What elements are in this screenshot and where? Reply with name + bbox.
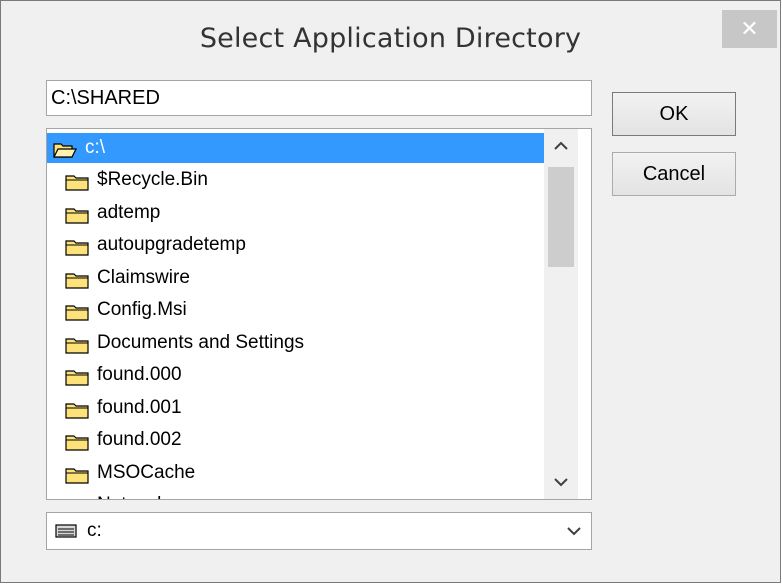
scroll-down-button[interactable] <box>544 465 578 499</box>
folder-icon <box>65 370 89 386</box>
folder-icon <box>65 402 89 419</box>
chevron-up-icon <box>554 141 568 150</box>
drive-icon <box>55 524 77 538</box>
directory-item-root[interactable]: c:\ <box>47 133 544 163</box>
directory-item-label: found.002 <box>97 429 182 450</box>
scroll-up-button[interactable] <box>544 129 578 163</box>
dialog-body: C:\SHARED OK Cancel c:\ $Recycle.Bin adte… <box>9 57 773 575</box>
directory-item-label: Claimswire <box>97 266 190 288</box>
directory-item-label: found.000 <box>97 364 182 385</box>
folder-icon <box>65 498 89 499</box>
directory-item[interactable]: Network <box>47 490 544 499</box>
vertical-scrollbar[interactable] <box>544 129 578 499</box>
directory-item[interactable]: Claimswire <box>47 263 544 293</box>
directory-list[interactable]: c:\ $Recycle.Bin adtemp autoupgradetemp Cla… <box>46 128 592 500</box>
directory-item[interactable]: Documents and Settings <box>47 328 544 358</box>
chevron-down-icon <box>554 478 568 487</box>
folder-icon <box>65 467 89 484</box>
folder-icon <box>65 337 89 354</box>
directory-item-label: Documents and Settings <box>97 331 305 353</box>
dialog-title: Select Application Directory <box>199 23 582 54</box>
directory-item-label: c:\ <box>85 137 106 158</box>
directory-item-label: Network <box>97 490 167 499</box>
folder-icon <box>65 240 89 256</box>
directory-item-label: Config.Msi <box>97 299 187 320</box>
directory-item[interactable]: found.001 <box>47 393 544 423</box>
directory-item[interactable]: found.000 <box>47 360 544 390</box>
folder-icon <box>65 435 89 451</box>
scroll-thumb[interactable] <box>548 167 574 267</box>
directory-item-label: found.001 <box>97 396 182 418</box>
folder-icon <box>65 305 89 321</box>
directory-item-label: autoupgradetemp <box>97 234 246 255</box>
drive-select-value: c: <box>87 520 102 541</box>
dialog-window: Select Application Directory ✕ C:\SHARED… <box>0 0 781 583</box>
chevron-down-icon[interactable] <box>565 524 583 538</box>
directory-item-label: adtemp <box>97 201 161 223</box>
directory-item[interactable]: adtemp <box>47 198 544 228</box>
ok-button[interactable]: OK <box>612 92 736 136</box>
directory-item-label: $Recycle.Bin <box>97 169 208 190</box>
path-input[interactable]: C:\SHARED <box>46 80 592 116</box>
cancel-button[interactable]: Cancel <box>612 152 736 196</box>
directory-item[interactable]: Config.Msi <box>47 295 544 325</box>
close-button[interactable]: ✕ <box>722 10 777 48</box>
directory-rows: c:\ $Recycle.Bin adtemp autoupgradetemp Cla… <box>47 129 544 499</box>
directory-item[interactable]: $Recycle.Bin <box>47 165 544 195</box>
directory-item[interactable]: found.002 <box>47 425 544 455</box>
directory-item[interactable]: autoupgradetemp <box>47 230 544 260</box>
close-icon: ✕ <box>740 16 759 42</box>
open-folder-icon <box>53 143 77 158</box>
folder-icon <box>65 207 89 224</box>
drive-select[interactable]: c: <box>46 512 592 550</box>
directory-item-label: MSOCache <box>97 461 196 483</box>
folder-icon <box>65 175 89 191</box>
directory-item[interactable]: MSOCache <box>47 458 544 488</box>
folder-icon <box>65 272 89 289</box>
